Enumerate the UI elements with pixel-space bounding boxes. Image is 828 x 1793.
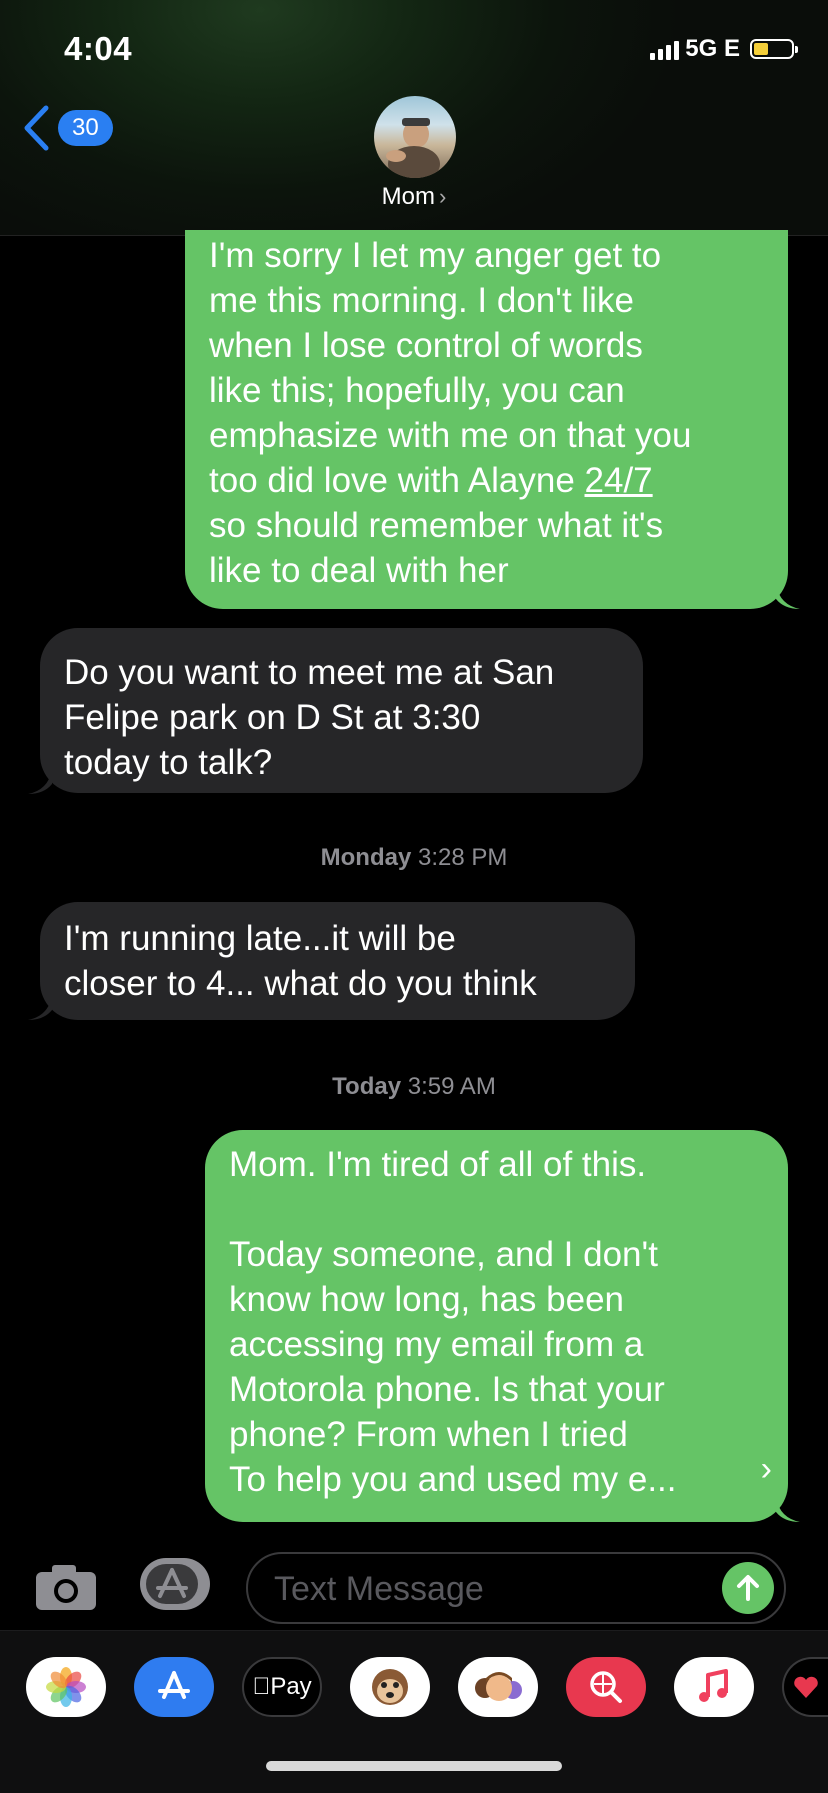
digital-touch-icon[interactable]	[782, 1657, 828, 1717]
timestamp-divider: Today 3:59 AM	[332, 1073, 496, 1100]
back-button[interactable]: 30	[22, 105, 113, 151]
bubble-tail-sent	[776, 585, 800, 609]
chevron-right-icon: ›	[439, 184, 447, 209]
message-text-field[interactable]: Text Message	[246, 1552, 786, 1624]
music-icon[interactable]	[674, 1657, 754, 1717]
message-bubble-received[interactable]: I'm running late...it will be closer to …	[40, 902, 635, 1020]
memoji-icon[interactable]	[458, 1657, 538, 1717]
imessage-app-drawer: Pay	[0, 1630, 828, 1793]
web-search-icon[interactable]	[566, 1657, 646, 1717]
app-store-button[interactable]	[140, 1558, 210, 1610]
app-store-a-icon	[156, 1568, 188, 1598]
send-button[interactable]	[722, 1562, 774, 1614]
bubble-tail-received	[28, 770, 52, 794]
contact-name[interactable]: Mom ›	[0, 183, 828, 211]
message-bubble-sent[interactable]: Mom. I'm tired of all of this. Today som…	[205, 1130, 788, 1522]
timestamp-divider: Monday 3:28 PM	[320, 844, 508, 871]
camera-icon[interactable]	[34, 1562, 98, 1612]
apple-pay-icon[interactable]: Pay	[242, 1657, 322, 1717]
photos-icon[interactable]	[26, 1657, 106, 1717]
arrow-up-icon	[737, 1575, 759, 1601]
animoji-icon[interactable]	[350, 1657, 430, 1717]
signal-icon	[650, 38, 680, 60]
person-photo-icon	[386, 118, 440, 178]
message-bubble-received[interactable]: Do you want to meet me at San Felipe par…	[40, 628, 643, 793]
date-link[interactable]: 24/7	[585, 461, 653, 500]
battery-icon	[750, 39, 798, 59]
network-type: 5G E	[685, 35, 740, 62]
chevron-left-icon	[24, 105, 49, 151]
status-indicators: 5G E	[650, 35, 798, 62]
message-bubble-sent[interactable]: I'm sorry I let my anger get to me this …	[185, 230, 788, 609]
bubble-tail-received	[28, 996, 52, 1020]
home-indicator[interactable]	[266, 1761, 562, 1771]
expand-message-chevron-icon[interactable]: ›	[761, 1447, 772, 1492]
status-time: 4:04	[64, 30, 133, 67]
message-input-bar: Text Message	[0, 1540, 828, 1630]
contact-avatar[interactable]	[374, 96, 456, 178]
unread-count-badge: 30	[58, 110, 113, 146]
conversation-header: 4:04 5G E 30 Mom ›	[0, 0, 828, 236]
app-store-icon[interactable]	[134, 1657, 214, 1717]
bubble-tail-sent	[776, 1498, 800, 1522]
